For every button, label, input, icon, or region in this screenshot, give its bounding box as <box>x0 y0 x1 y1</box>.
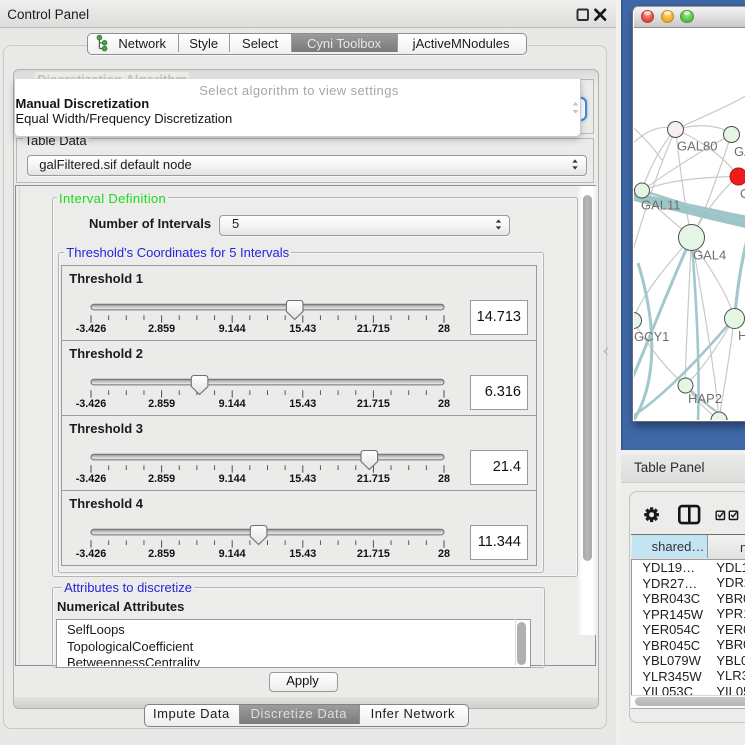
svg-text:C: C <box>740 186 745 201</box>
svg-text:GAL4: GAL4 <box>693 247 726 262</box>
svg-text:HAP2: HAP2 <box>688 391 722 406</box>
svg-text:GCY1: GCY1 <box>634 329 669 344</box>
svg-text:H: H <box>738 328 745 343</box>
svg-text:GAL80: GAL80 <box>677 138 717 153</box>
svg-text:GAL11: GAL11 <box>641 197 681 212</box>
svg-text:GA: GA <box>734 144 745 159</box>
